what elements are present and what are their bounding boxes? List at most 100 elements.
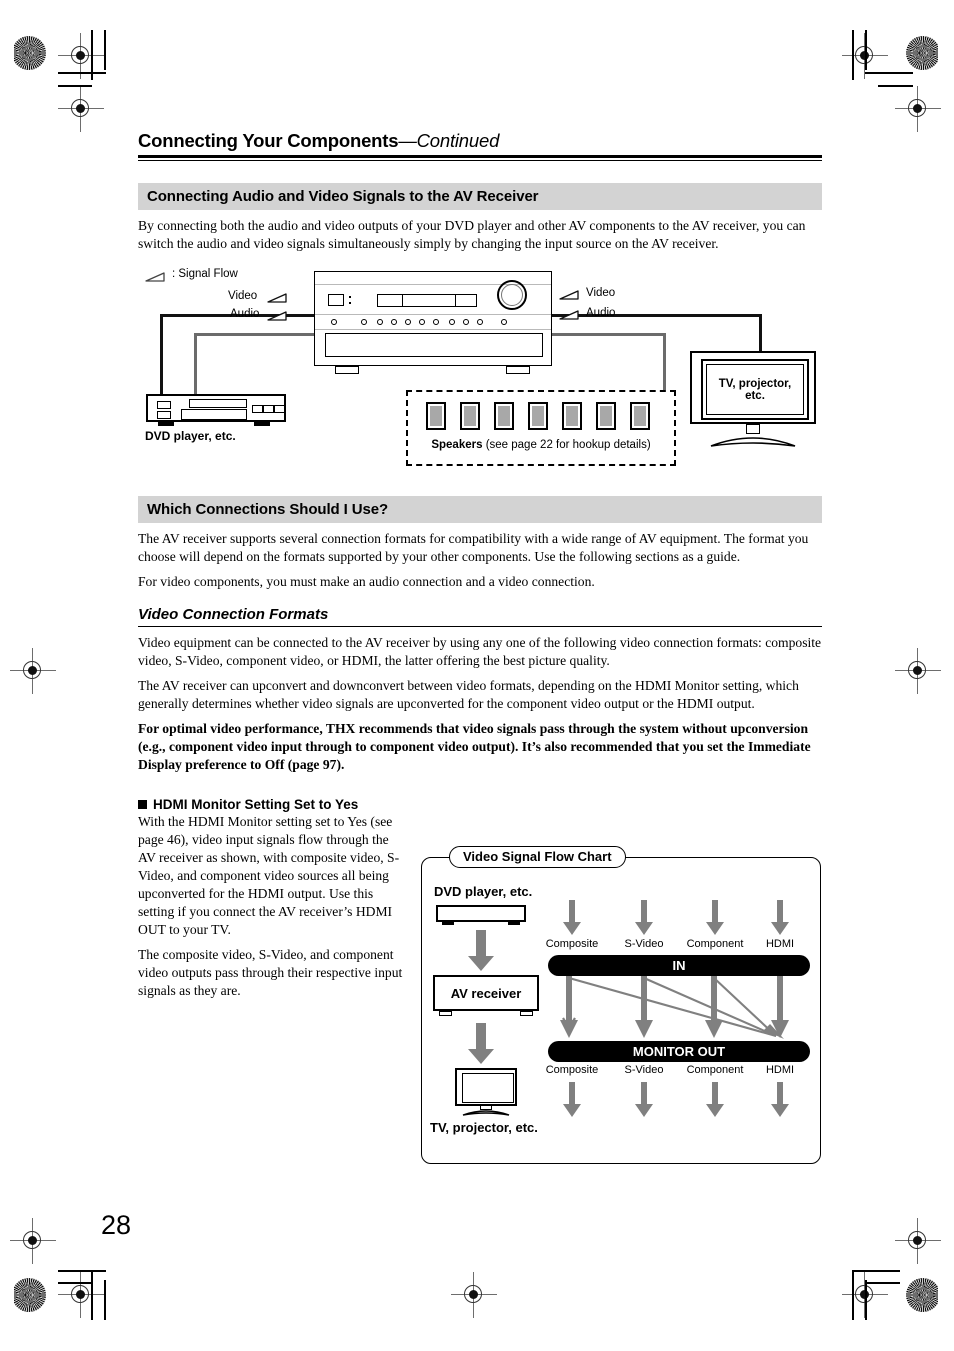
flow-av-receiver-label: AV receiver [450, 985, 522, 1001]
video-label-left: Video [228, 290, 258, 303]
flow-out-port-hdmi: HDMI [765, 1064, 795, 1076]
speaker-5 [562, 402, 582, 431]
color-registration-dot-bottom-left [14, 1278, 46, 1312]
flow-in-bar: IN [548, 955, 810, 976]
section4-heading-text: HDMI Monitor Setting Set to Yes [153, 797, 359, 813]
audio-wire-left-horizontal [194, 333, 320, 337]
section1-paragraph: By connecting both the audio and video o… [138, 218, 806, 252]
crop-corner-bottom-right [840, 1258, 914, 1320]
page-title: Connecting Your Components—Continued [138, 130, 822, 152]
hookup-diagram: : Signal Flow Video Audio Video Audio DV… [138, 263, 822, 478]
flow-out-port-svideo: S-Video [624, 1064, 664, 1076]
registration-mark-bottom-left [10, 1218, 56, 1264]
flow-dvd-box [436, 905, 526, 922]
flow-arrow-out-composite [562, 1082, 582, 1123]
receiver-divider-upper [315, 314, 551, 316]
title-rule-thin [138, 160, 822, 162]
speakers-caption-note: (see page 22 for hookup details) [485, 439, 651, 452]
flow-in-port-hdmi: HDMI [765, 938, 795, 950]
flow-arrow-into-composite-in [562, 900, 582, 941]
audio-wire-right-horizontal [550, 333, 666, 337]
av-receiver-illustration [314, 271, 552, 367]
flow-out-port-composite: Composite [545, 1064, 599, 1076]
receiver-foot-right [506, 366, 530, 375]
dvd-player-label: DVD player, etc. [145, 429, 236, 444]
audio-label-left: Audio [230, 308, 260, 321]
dvd-foot-right [254, 422, 270, 427]
dvd-player-illustration [146, 394, 286, 423]
flow-avr-foot-right [520, 1011, 533, 1016]
speakers-group-box: Speakers (see page 22 for hookup details… [406, 390, 676, 467]
flow-arrow-dvd-to-receiver [467, 930, 495, 977]
flow-dvd-foot-left [442, 922, 454, 925]
video-wire-left-vertical [160, 314, 164, 395]
flow-signal-routing [560, 976, 789, 1039]
receiver-volume-knob-inner [501, 284, 523, 307]
subsection-heading-video-connection-formats: Video Connection Formats [138, 606, 822, 627]
flow-arrow-into-component-in [705, 900, 725, 941]
video-wire-right-vertical [759, 314, 763, 355]
page-title-main: Connecting Your Components [138, 130, 399, 151]
speaker-7 [630, 402, 650, 431]
bullet-square-icon [138, 800, 147, 810]
registration-mark-right-middle [895, 648, 941, 694]
flow-dvd-foot-right [508, 922, 520, 925]
registration-mark-bottom-center [451, 1272, 497, 1318]
registration-mark-top-left [58, 33, 104, 79]
tv-stand-base [708, 433, 798, 447]
receiver-lower-panel [325, 333, 543, 358]
flow-av-receiver-box: AV receiver [433, 975, 539, 1011]
registration-mark-left-middle [10, 648, 56, 694]
speaker-6 [596, 402, 616, 431]
audio-wire-left-vertical [194, 333, 198, 396]
signal-flow-icon-legend [144, 270, 168, 288]
registration-mark-bottom-left-inner [58, 1272, 104, 1318]
section4-paragraph-2: The composite video, S-Video, and compon… [138, 947, 403, 998]
title-rule-thick [138, 155, 822, 158]
speaker-2 [460, 402, 480, 431]
signal-flow-icon-video-left [266, 291, 290, 309]
tv-illustration: TV, projector, etc. [690, 351, 816, 425]
receiver-divider-lower [315, 329, 551, 331]
speaker-4 [528, 402, 548, 431]
flow-tv-label: TV, projector, etc. [430, 1120, 538, 1135]
receiver-colon-mark [349, 296, 351, 299]
receiver-foot-left [335, 366, 359, 375]
section3-paragraph-2: The AV receiver can upconvert and downco… [138, 677, 799, 711]
section4-heading: HDMI Monitor Setting Set to Yes [138, 797, 408, 812]
flow-arrow-out-hdmi [770, 1082, 790, 1123]
flow-arrow-into-hdmi-in [770, 900, 790, 941]
crop-corner-bottom-left [44, 1258, 114, 1320]
speakers-caption: Speakers (see page 22 for hookup details… [408, 439, 674, 451]
section2-paragraph-1: The AV receiver supports several connect… [138, 531, 809, 564]
audio-label-right: Audio [586, 307, 616, 320]
video-label-right: Video [586, 287, 616, 300]
receiver-display-seg-left [377, 294, 403, 308]
receiver-button-row [315, 316, 551, 327]
receiver-colon-mark-2 [349, 302, 351, 305]
flow-dvd-label: DVD player, etc. [434, 884, 533, 899]
tv-label-line1: TV, projector, [718, 377, 792, 390]
tv-label-line2: etc. [745, 389, 765, 402]
receiver-display-seg-right [455, 294, 477, 308]
flow-arrow-out-component [705, 1082, 725, 1123]
flow-arrow-into-svideo-in [634, 900, 654, 941]
signal-flow-legend-label: : Signal Flow [172, 268, 238, 281]
section-heading-connecting-audio-video: Connecting Audio and Video Signals to th… [138, 183, 822, 211]
flow-in-port-svideo: S-Video [624, 938, 664, 950]
section4-text-column: HDMI Monitor Setting Set to Yes With the… [138, 797, 408, 999]
flow-in-port-composite: Composite [545, 938, 599, 950]
flow-arrow-out-svideo [634, 1082, 654, 1123]
flow-monitor-out-bar: MONITOR OUT [548, 1041, 810, 1062]
color-registration-dot-bottom-right [906, 1278, 938, 1312]
page-title-continued: —Continued [398, 130, 500, 151]
crop-corner-top-right [840, 30, 914, 92]
registration-mark-bottom-right [842, 1272, 888, 1318]
audio-wire-right-vertical [663, 333, 667, 391]
registration-mark-top-right-inner [895, 86, 941, 132]
crop-corner-top-left [44, 30, 114, 92]
flow-chart-title: Video Signal Flow Chart [449, 846, 626, 868]
section3-paragraph-1: Video equipment can be connected to the … [138, 634, 822, 668]
dvd-foot-left [158, 422, 174, 427]
speaker-3 [494, 402, 514, 431]
